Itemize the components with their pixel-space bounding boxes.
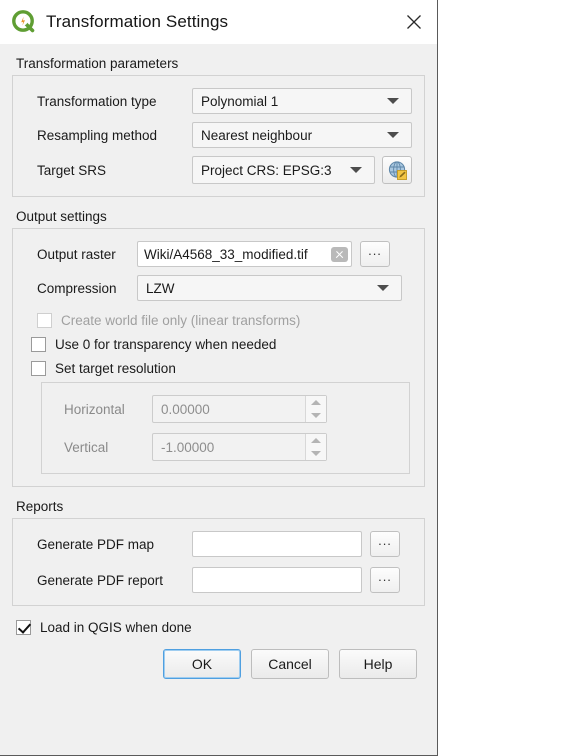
- resampling-method-combobox[interactable]: Nearest neighbour: [192, 122, 412, 148]
- row-output-raster: Output raster Wiki/A4568_33_modified.tif…: [25, 241, 412, 267]
- row-compression: Compression LZW: [25, 275, 412, 301]
- chevron-down-icon: [387, 98, 399, 104]
- set-target-resolution-label: Set target resolution: [55, 361, 176, 376]
- stepper-down-icon: [306, 447, 326, 460]
- output-raster-input[interactable]: Wiki/A4568_33_modified.tif: [137, 241, 352, 267]
- dialog-button-row: OK Cancel Help: [12, 649, 417, 679]
- reports-group: Generate PDF map ... Generate PDF report…: [12, 518, 425, 606]
- row-generate-pdf-report: Generate PDF report ...: [25, 567, 412, 593]
- stepper-down-icon: [306, 409, 326, 422]
- help-button[interactable]: Help: [339, 649, 417, 679]
- horizontal-spinbox: 0.00000: [152, 395, 327, 423]
- close-icon[interactable]: [391, 0, 437, 44]
- generate-pdf-report-browse-button[interactable]: ...: [370, 567, 400, 593]
- dialog-content: Transformation parameters Transformation…: [0, 56, 437, 679]
- compression-combobox[interactable]: LZW: [137, 275, 402, 301]
- create-world-file-label: Create world file only (linear transform…: [61, 313, 301, 328]
- use-zero-transparency-label: Use 0 for transparency when needed: [55, 337, 277, 352]
- checkbox-create-world-file: Create world file only (linear transform…: [25, 313, 412, 328]
- transformation-parameters-title: Transformation parameters: [16, 56, 179, 71]
- stepper-up-icon: [306, 434, 326, 447]
- chevron-down-icon: [387, 132, 399, 138]
- vertical-spinbox: -1.00000: [152, 433, 327, 461]
- row-horizontal-resolution: Horizontal 0.00000: [52, 395, 399, 423]
- clear-icon[interactable]: [331, 246, 348, 262]
- target-srs-label: Target SRS: [37, 162, 107, 178]
- use-zero-transparency-checkbox[interactable]: [31, 337, 46, 352]
- transformation-type-value: Polynomial 1: [201, 93, 279, 109]
- transformation-type-label: Transformation type: [37, 93, 157, 109]
- row-generate-pdf-map: Generate PDF map ...: [25, 531, 412, 557]
- resampling-method-label: Resampling method: [37, 127, 158, 143]
- output-raster-label: Output raster: [37, 246, 116, 262]
- generate-pdf-map-label: Generate PDF map: [37, 536, 155, 552]
- output-raster-browse-button[interactable]: ...: [360, 241, 390, 267]
- set-target-resolution-checkbox[interactable]: [31, 361, 46, 376]
- crs-globe-icon[interactable]: [382, 156, 412, 184]
- output-raster-value: Wiki/A4568_33_modified.tif: [144, 246, 308, 262]
- create-world-file-checkbox: [37, 313, 52, 328]
- compression-label: Compression: [37, 280, 117, 296]
- page-title: Transformation Settings: [46, 12, 229, 31]
- vertical-stepper: [305, 434, 326, 460]
- compression-value: LZW: [146, 280, 175, 296]
- title-bar: Transformation Settings: [0, 0, 437, 44]
- generate-pdf-report-label: Generate PDF report: [37, 572, 164, 588]
- generate-pdf-map-browse-button[interactable]: ...: [370, 531, 400, 557]
- generate-pdf-report-input[interactable]: [192, 567, 362, 593]
- load-in-qgis-row: Load in QGIS when done: [16, 620, 425, 635]
- horizontal-value: 0.00000: [161, 401, 210, 417]
- ok-button[interactable]: OK: [163, 649, 241, 679]
- row-resampling-method: Resampling method Nearest neighbour: [25, 122, 412, 148]
- load-in-qgis-checkbox[interactable]: [16, 620, 31, 635]
- qgis-logo-icon: [12, 10, 36, 34]
- row-transformation-type: Transformation type Polynomial 1: [25, 88, 412, 114]
- transformation-settings-dialog: Transformation Settings Transformation p…: [0, 0, 438, 756]
- target-srs-combobox[interactable]: Project CRS: EPSG:3: [192, 156, 375, 184]
- resampling-method-value: Nearest neighbour: [201, 127, 313, 143]
- load-in-qgis-label: Load in QGIS when done: [40, 620, 192, 635]
- output-settings-title: Output settings: [16, 209, 107, 224]
- stepper-up-icon: [306, 396, 326, 409]
- target-srs-value: Project CRS: EPSG:3: [201, 162, 332, 178]
- vertical-value: -1.00000: [161, 439, 215, 455]
- vertical-label: Vertical: [64, 439, 109, 455]
- row-vertical-resolution: Vertical -1.00000: [52, 433, 399, 461]
- target-resolution-group: Horizontal 0.00000 Vertical -1.00000: [41, 382, 410, 474]
- chevron-down-icon: [377, 285, 389, 291]
- chevron-down-icon: [350, 167, 362, 173]
- output-settings-group: Output raster Wiki/A4568_33_modified.tif…: [12, 228, 425, 487]
- generate-pdf-map-input[interactable]: [192, 531, 362, 557]
- horizontal-label: Horizontal: [64, 401, 125, 417]
- horizontal-stepper: [305, 396, 326, 422]
- row-target-srs: Target SRS Project CRS: EPSG:3: [25, 156, 412, 184]
- transformation-type-combobox[interactable]: Polynomial 1: [192, 88, 412, 114]
- checkbox-use-zero-transparency: Use 0 for transparency when needed: [25, 337, 412, 352]
- checkbox-set-target-resolution: Set target resolution: [25, 361, 412, 376]
- transformation-parameters-group: Transformation type Polynomial 1 Resampl…: [12, 75, 425, 197]
- cancel-button[interactable]: Cancel: [251, 649, 329, 679]
- reports-title: Reports: [16, 499, 64, 514]
